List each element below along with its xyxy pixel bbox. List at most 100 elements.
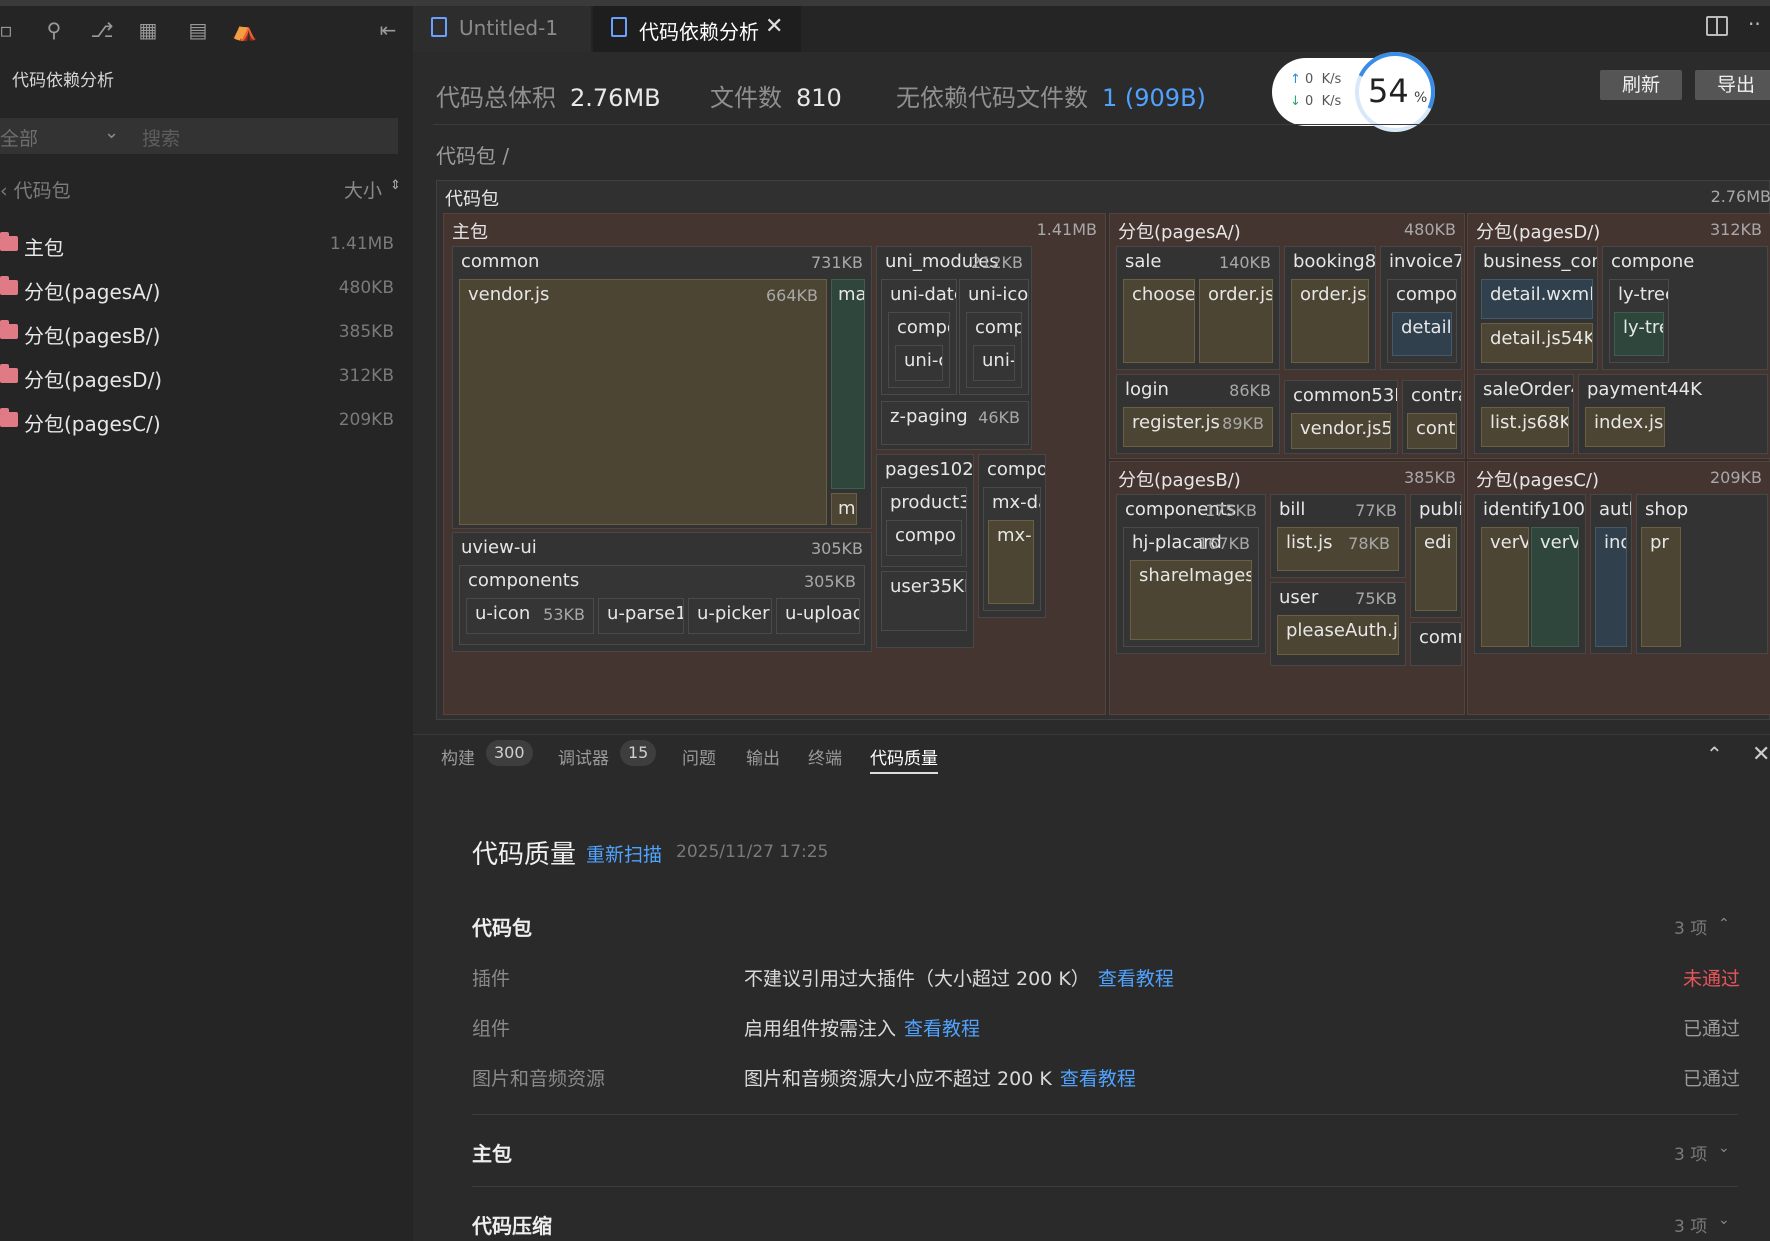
treemap-node-common53[interactable]: common53KB vendor.js55 — [1284, 380, 1398, 454]
treemap-node-ind[interactable]: ind — [1595, 527, 1627, 647]
tab-code-quality[interactable]: 代码质量 — [870, 744, 938, 769]
sort-label[interactable]: 大小 — [344, 176, 382, 203]
chevron-up-icon[interactable]: ⌃ — [1718, 916, 1730, 932]
treemap-node-invoice-detail[interactable]: detail — [1392, 312, 1452, 356]
treemap-node-detail-js[interactable]: detail.js54KB — [1481, 323, 1593, 363]
treemap-node-authr[interactable]: authr ind — [1590, 494, 1632, 654]
tree-header[interactable]: ‹ 代码包 — [0, 176, 71, 203]
treemap-node-common[interactable]: common731KB vendor.js664KB mai m — [452, 246, 872, 529]
chevron-up-icon[interactable]: ⌃ — [1706, 742, 1723, 766]
chevron-down-icon[interactable]: ⌄ — [104, 122, 119, 143]
treemap-node-mai[interactable]: mai — [831, 279, 865, 489]
treemap-node-index66[interactable]: index.js66 — [1585, 407, 1665, 447]
breadcrumb[interactable]: 代码包 / — [436, 140, 509, 169]
treemap-node-verVi-2[interactable]: verVi — [1531, 527, 1579, 647]
extensions-icon[interactable]: ▦ — [136, 18, 160, 42]
treemap-node-bill[interactable]: bill 77KB list.js 78KB — [1270, 494, 1406, 578]
section-title[interactable]: 代码压缩 — [472, 1210, 552, 1239]
treemap-node-u-upload[interactable]: u-upload1 — [776, 598, 860, 634]
treemap-node-compon[interactable]: compon mx-da mx- — [978, 454, 1046, 618]
tutorial-link[interactable]: 查看教程 — [1098, 968, 1174, 990]
tutorial-link[interactable]: 查看教程 — [1060, 1068, 1136, 1090]
treemap-node-payment[interactable]: payment44K index.js66 — [1578, 374, 1768, 454]
treemap-node-compo[interactable]: compo uni-c — [888, 312, 950, 388]
treemap-node-pagesB[interactable]: 分包(pagesB/) 385KB components 175KB hj-plac… — [1109, 461, 1465, 715]
tab-terminal[interactable]: 终端 — [808, 744, 842, 769]
treemap-node-uni-modules[interactable]: uni_modules212KB uni-datet compo uni-c u… — [876, 246, 1032, 450]
treemap-node-uview[interactable]: uview-ui 305KB components 305KB u-icon 53KB… — [452, 532, 872, 652]
treemap-node-invoice[interactable]: invoice73K compon detail — [1380, 246, 1462, 370]
tree-item[interactable]: 分包(pagesA/) 480KB — [0, 270, 400, 310]
treemap-node-pages[interactable]: pages102KB product3 compo user35KB — [876, 454, 974, 648]
treemap-node-main[interactable]: 主包1.41MB common731KB vendor.js664KB mai … — [443, 213, 1106, 715]
treemap-node-verVi-1[interactable]: verVi — [1481, 527, 1529, 647]
tutorial-link[interactable]: 查看教程 — [904, 1018, 980, 1040]
section-title[interactable]: 代码包 — [472, 912, 532, 941]
treemap-node-uview-components[interactable]: components305KB u-icon53KB u-parse18K u-… — [459, 565, 865, 645]
treemap-node-pr[interactable]: pr — [1641, 527, 1681, 647]
treemap-node-u-picker[interactable]: u-picker18 — [688, 598, 772, 634]
treemap-node-shareImages[interactable]: shareImages.js1 — [1130, 560, 1252, 640]
treemap-node-hj-placard[interactable]: hj-placard167KB shareImages.js1 — [1123, 527, 1259, 647]
tree-item[interactable]: 分包(pagesD/) 312KB — [0, 358, 400, 398]
source-control-icon[interactable]: ⎇ — [90, 18, 114, 42]
treemap-node-booking[interactable]: booking83K order.js85 — [1284, 246, 1376, 370]
treemap-node-vendor55[interactable]: vendor.js55 — [1291, 413, 1391, 449]
treemap-node-identify[interactable]: identify100KB verVi verVi — [1474, 494, 1586, 654]
treemap-node-shop[interactable]: shop pr — [1636, 494, 1768, 654]
close-icon[interactable]: ✕ — [765, 14, 783, 39]
treemap-node-pagesD[interactable]: 分包(pagesD/)312KB business_contra detail.… — [1467, 213, 1770, 459]
treemap-node-components175[interactable]: components 175KB hj-placard 167KB shareIma… — [1116, 494, 1266, 654]
search-icon[interactable]: ⚲ — [42, 18, 66, 42]
treemap-node-m[interactable]: m — [831, 493, 857, 525]
treemap-node-compone[interactable]: compone ly-tree3 ly-tre — [1602, 246, 1768, 370]
tab-debugger[interactable]: 调试器 — [558, 744, 609, 769]
more-icon[interactable]: ·· — [1748, 12, 1761, 36]
sort-icon[interactable]: ⇕ — [390, 178, 401, 193]
tree-item[interactable]: 分包(pagesB/) 385KB — [0, 314, 400, 354]
treemap-root-header[interactable]: 代码包 2.76MB — [437, 181, 1770, 211]
tab-untitled[interactable]: Untitled-1 — [413, 6, 591, 52]
treemap-node-compo-inner[interactable]: compo — [886, 520, 962, 556]
treemap-node-order[interactable]: order.js7 — [1199, 279, 1273, 363]
search-input[interactable]: 搜索 — [142, 124, 180, 151]
treemap-node-mx[interactable]: mx- — [988, 520, 1034, 604]
no-dependency-link[interactable]: 1 (909B) — [1102, 84, 1206, 112]
treemap-node-z-paging[interactable]: z-paging 46KB — [881, 401, 1029, 445]
split-editor-icon[interactable] — [1706, 16, 1728, 36]
treemap-node-choose[interactable]: choose_s — [1123, 279, 1195, 363]
treemap-node-sale[interactable]: sale140KB choose_s order.js7 — [1116, 246, 1280, 370]
treemap-node-uni-dash[interactable]: uni- — [973, 345, 1015, 381]
close-panel-icon[interactable]: ✕ — [1752, 742, 1770, 767]
chevron-down-icon[interactable]: ⌄ — [1718, 1212, 1730, 1228]
treemap-node-detail-wxml[interactable]: detail.wxml56 — [1481, 279, 1593, 319]
tree-item[interactable]: 分包(pagesC/) 209KB — [0, 402, 400, 442]
treemap-node-u-icon[interactable]: u-icon 53KB — [466, 598, 594, 634]
tab-dependency-analysis[interactable]: 代码依赖分析 ✕ — [593, 6, 801, 52]
treemap-node-login[interactable]: login 86KB register.js 89KB — [1116, 374, 1280, 454]
layout-icon[interactable]: ▤ — [186, 18, 210, 42]
treemap-node-user[interactable]: user75KB pleaseAuth.js76 — [1270, 582, 1406, 666]
treemap-node-public[interactable]: public edi — [1410, 494, 1462, 618]
tree-item[interactable]: 主包 1.41MB — [0, 226, 400, 266]
treemap-node-uni-icon[interactable]: uni-icon comp uni- — [959, 279, 1029, 395]
treemap-node-ly-tre[interactable]: ly-tre — [1614, 312, 1664, 356]
treemap-node-pagesA[interactable]: 分包(pagesA/)480KB sale140KB choose_s orde… — [1109, 213, 1465, 459]
chevron-down-icon[interactable]: ⌄ — [1718, 1140, 1730, 1156]
treemap-node-contract[interactable]: contract contra — [1402, 380, 1462, 454]
treemap-node-invoice-compon[interactable]: compon detail — [1387, 279, 1457, 363]
treemap-node-uni-datet[interactable]: uni-datet compo uni-c — [881, 279, 957, 395]
treemap-node-comp[interactable]: comp uni- — [966, 312, 1022, 388]
docker-icon[interactable]: ⛺ — [232, 18, 257, 42]
filter-select[interactable]: 全部 — [0, 124, 38, 151]
section-title[interactable]: 主包 — [472, 1138, 512, 1167]
tab-build[interactable]: 构建 — [441, 744, 475, 769]
treemap-node-u-parse[interactable]: u-parse18K — [598, 598, 684, 634]
treemap-node-contra[interactable]: contra — [1407, 413, 1457, 449]
treemap-node-user35[interactable]: user35KB — [881, 571, 967, 631]
tab-problems[interactable]: 问题 — [682, 744, 716, 769]
treemap-node-register[interactable]: register.js 89KB — [1123, 407, 1273, 447]
treemap-node-pleaseAuth[interactable]: pleaseAuth.js76 — [1277, 615, 1399, 655]
treemap-node-comm[interactable]: comm — [1410, 622, 1462, 666]
treemap-node-uni-c[interactable]: uni-c — [895, 345, 943, 381]
